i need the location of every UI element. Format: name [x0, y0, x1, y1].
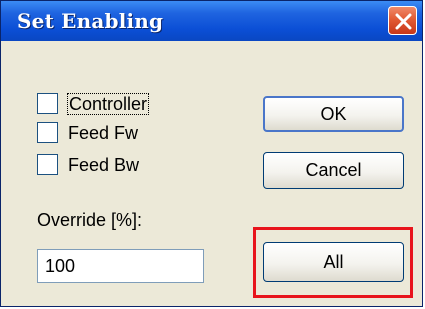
title-bar[interactable]: Set Enabling: [1, 1, 422, 41]
ok-button[interactable]: OK: [263, 96, 404, 132]
ok-button-label: OK: [320, 104, 347, 124]
override-input[interactable]: 100: [37, 249, 204, 283]
feed-fw-checkbox[interactable]: [37, 122, 58, 143]
window-title: Set Enabling: [17, 9, 164, 33]
cancel-button-label: Cancel: [305, 160, 362, 180]
controller-checkbox[interactable]: [37, 93, 58, 114]
feed-bw-checkbox[interactable]: [37, 154, 58, 175]
feed-bw-label: Feed Bw: [68, 155, 140, 175]
all-button-label: All: [323, 252, 344, 272]
close-icon: [395, 13, 412, 30]
cancel-button[interactable]: Cancel: [263, 152, 404, 189]
close-button[interactable]: [388, 6, 417, 35]
feed-fw-label: Feed Fw: [68, 123, 139, 143]
override-label: Override [%]:: [37, 210, 143, 230]
controller-label: Controller: [66, 93, 150, 115]
all-button[interactable]: All: [263, 242, 404, 282]
set-enabling-dialog: Set Enabling Controller Feed Fw Feed Bw …: [0, 0, 423, 307]
